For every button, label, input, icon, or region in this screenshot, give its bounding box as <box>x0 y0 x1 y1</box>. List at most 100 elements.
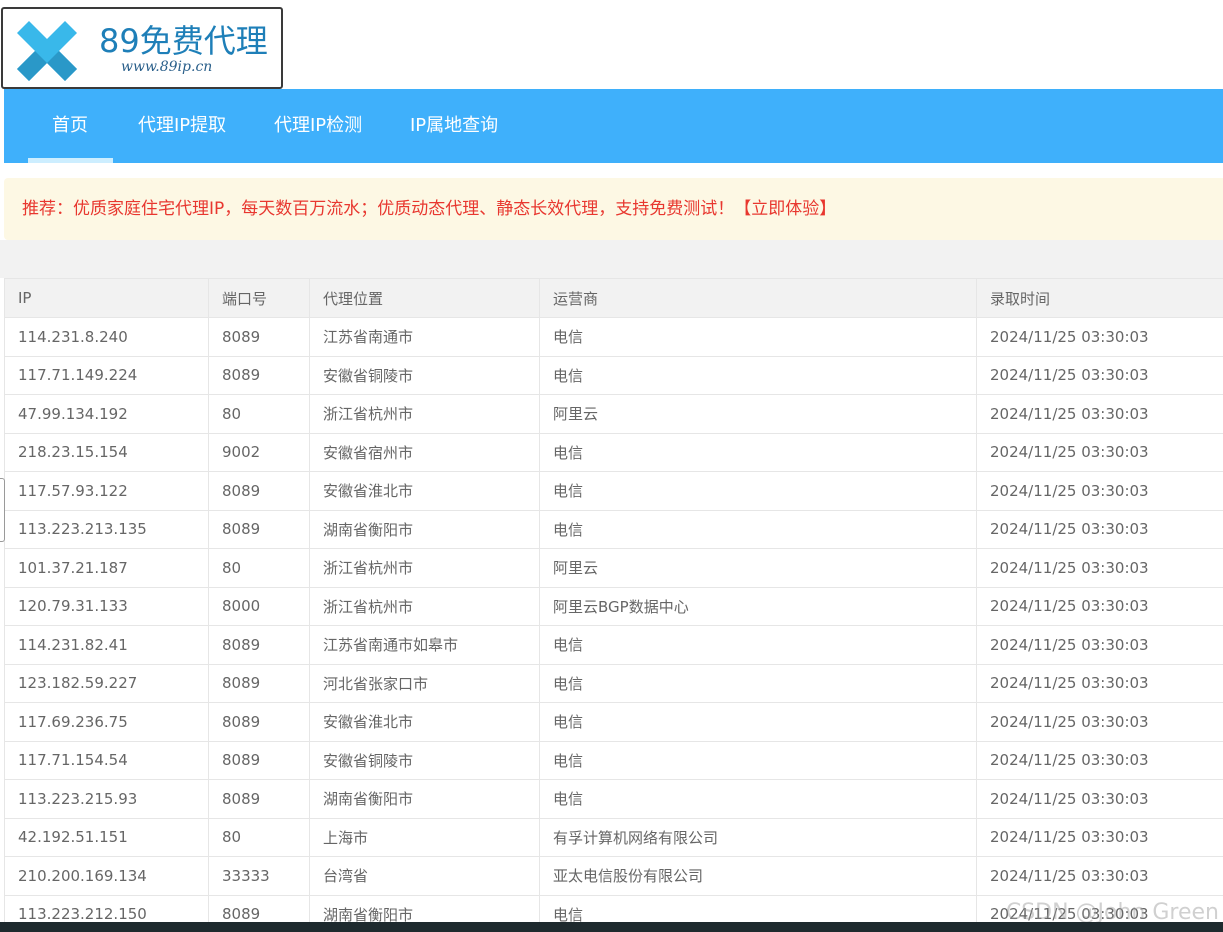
header-location: 代理位置 <box>309 278 540 318</box>
cell-port: 8089 <box>208 317 310 357</box>
recommend-link[interactable]: 推荐：优质家庭住宅代理IP，每天数百万流水；优质动态代理、静态长效代理，支持免费… <box>22 178 836 240</box>
cell-port: 8000 <box>208 586 310 626</box>
header-port: 端口号 <box>208 278 310 318</box>
cell-isp: 电信 <box>539 317 977 357</box>
cell-isp: 亚太电信股份有限公司 <box>539 856 977 896</box>
cell-ip: 218.23.15.154 <box>4 432 209 472</box>
cell-location: 江苏省南通市 <box>309 317 540 357</box>
header-time: 录取时间 <box>976 278 1223 318</box>
cell-time: 2024/11/25 03:30:03 <box>976 509 1223 549</box>
cell-isp: 电信 <box>539 432 977 472</box>
cell-ip: 101.37.21.187 <box>4 548 209 588</box>
cell-port: 8089 <box>208 779 310 819</box>
cell-ip: 47.99.134.192 <box>4 394 209 434</box>
cell-ip: 117.57.93.122 <box>4 471 209 511</box>
cell-port: 80 <box>208 548 310 588</box>
cell-time: 2024/11/25 03:30:03 <box>976 548 1223 588</box>
cell-ip: 114.231.82.41 <box>4 625 209 665</box>
cell-isp: 电信 <box>539 740 977 780</box>
table-row: 101.37.21.187 80 浙江省杭州市 阿里云 2024/11/25 03:30… <box>4 548 1223 588</box>
site-logo[interactable]: 89免费代理 www.89ip.cn <box>1 7 283 89</box>
side-handle[interactable] <box>0 478 5 542</box>
cell-isp: 电信 <box>539 663 977 703</box>
table-row: 120.79.31.133 8000 浙江省杭州市 阿里云BGP数据中心 2024/11… <box>4 586 1223 626</box>
cell-isp: 电信 <box>539 355 977 395</box>
cell-ip: 120.79.31.133 <box>4 586 209 626</box>
cell-time: 2024/11/25 03:30:03 <box>976 355 1223 395</box>
cell-location: 浙江省杭州市 <box>309 394 540 434</box>
cell-port: 8089 <box>208 625 310 665</box>
table-row: 117.71.149.224 8089 安徽省铜陵市 电信 2024/11/25 03:… <box>4 355 1223 395</box>
cell-port: 8089 <box>208 509 310 549</box>
cell-time: 2024/11/25 03:30:03 <box>976 856 1223 896</box>
table-body: 114.231.8.240 8089 江苏省南通市 电信 2024/11/25 03:3… <box>4 317 1223 923</box>
section-gap <box>0 240 1223 278</box>
cell-ip: 42.192.51.151 <box>4 817 209 857</box>
cell-port: 9002 <box>208 432 310 472</box>
table-row: 117.57.93.122 8089 安徽省淮北市 电信 2024/11/25 03:3… <box>4 471 1223 511</box>
cell-location: 河北省张家口市 <box>309 663 540 703</box>
cell-isp: 阿里云 <box>539 394 977 434</box>
cell-isp: 阿里云BGP数据中心 <box>539 586 977 626</box>
table-row: 210.200.169.134 33333 台湾省 亚太电信股份有限公司 2024/11… <box>4 856 1223 896</box>
cell-location: 湖南省衡阳市 <box>309 779 540 819</box>
nav-item-proxy-check[interactable]: 代理IP检测 <box>274 89 362 163</box>
cell-port: 80 <box>208 394 310 434</box>
main-nav: 首页 代理IP提取 代理IP检测 IP属地查询 <box>4 89 1223 163</box>
cell-location: 湖南省衡阳市 <box>309 894 540 923</box>
cell-location: 浙江省杭州市 <box>309 586 540 626</box>
cell-port: 8089 <box>208 740 310 780</box>
cell-ip: 117.69.236.75 <box>4 702 209 742</box>
cell-location: 安徽省铜陵市 <box>309 740 540 780</box>
proxy-table: IP 端口号 代理位置 运营商 录取时间 114.231.8.240 8089 江苏… <box>4 278 1223 923</box>
cell-location: 安徽省铜陵市 <box>309 355 540 395</box>
cell-port: 8089 <box>208 702 310 742</box>
cell-isp: 电信 <box>539 779 977 819</box>
cell-isp: 电信 <box>539 625 977 665</box>
proxy-table-container: IP 端口号 代理位置 运营商 录取时间 114.231.8.240 8089 江苏… <box>4 278 1223 923</box>
cell-time: 2024/11/25 03:30:03 <box>976 663 1223 703</box>
cell-time: 2024/11/25 03:30:03 <box>976 817 1223 857</box>
cell-time: 2024/11/25 03:30:03 <box>976 432 1223 472</box>
table-header-row: IP 端口号 代理位置 运营商 录取时间 <box>4 278 1223 318</box>
cell-isp: 电信 <box>539 509 977 549</box>
cell-port: 8089 <box>208 894 310 923</box>
nav-item-home[interactable]: 首页 <box>52 89 88 163</box>
table-row: 114.231.82.41 8089 江苏省南通市如皋市 电信 2024/11/25 0… <box>4 625 1223 665</box>
cell-time: 2024/11/25 03:30:03 <box>976 317 1223 357</box>
cell-isp: 有孚计算机网络有限公司 <box>539 817 977 857</box>
cell-location: 浙江省杭州市 <box>309 548 540 588</box>
logo-url: www.89ip.cn <box>121 59 213 75</box>
cell-location: 湖南省衡阳市 <box>309 509 540 549</box>
cell-ip: 117.71.154.54 <box>4 740 209 780</box>
cell-time: 2024/11/25 03:30:03 <box>976 625 1223 665</box>
nav-active-indicator <box>28 158 113 163</box>
logo-x-icon <box>17 21 77 81</box>
cell-port: 33333 <box>208 856 310 896</box>
cell-time: 2024/11/25 03:30:03 <box>976 740 1223 780</box>
table-row: 113.223.215.93 8089 湖南省衡阳市 电信 2024/11/25 03:… <box>4 779 1223 819</box>
table-row: 117.69.236.75 8089 安徽省淮北市 电信 2024/11/25 03:3… <box>4 702 1223 742</box>
cell-port: 8089 <box>208 355 310 395</box>
cell-time: 2024/11/25 03:30:03 <box>976 779 1223 819</box>
cell-time: 2024/11/25 03:30:03 <box>976 471 1223 511</box>
cell-ip: 113.223.212.150 <box>4 894 209 923</box>
table-row: 113.223.213.135 8089 湖南省衡阳市 电信 2024/11/25 03… <box>4 509 1223 549</box>
cell-time: 2024/11/25 03:30:03 <box>976 586 1223 626</box>
cell-time: 2024/11/25 03:30:03 <box>976 702 1223 742</box>
table-row: 117.71.154.54 8089 安徽省铜陵市 电信 2024/11/25 03:3… <box>4 740 1223 780</box>
nav-item-proxy-extract[interactable]: 代理IP提取 <box>138 89 226 163</box>
table-row: 42.192.51.151 80 上海市 有孚计算机网络有限公司 2024/11/25 … <box>4 817 1223 857</box>
header-ip: IP <box>4 278 209 318</box>
recommend-banner: 推荐：优质家庭住宅代理IP，每天数百万流水；优质动态代理、静态长效代理，支持免费… <box>4 178 1223 240</box>
cell-isp: 阿里云 <box>539 548 977 588</box>
cell-location: 安徽省淮北市 <box>309 702 540 742</box>
cell-location: 上海市 <box>309 817 540 857</box>
cell-isp: 电信 <box>539 702 977 742</box>
nav-item-ip-location[interactable]: IP属地查询 <box>410 89 498 163</box>
cell-location: 台湾省 <box>309 856 540 896</box>
cell-ip: 210.200.169.134 <box>4 856 209 896</box>
cell-ip: 113.223.215.93 <box>4 779 209 819</box>
bottom-bar <box>0 922 1223 932</box>
cell-ip: 117.71.149.224 <box>4 355 209 395</box>
